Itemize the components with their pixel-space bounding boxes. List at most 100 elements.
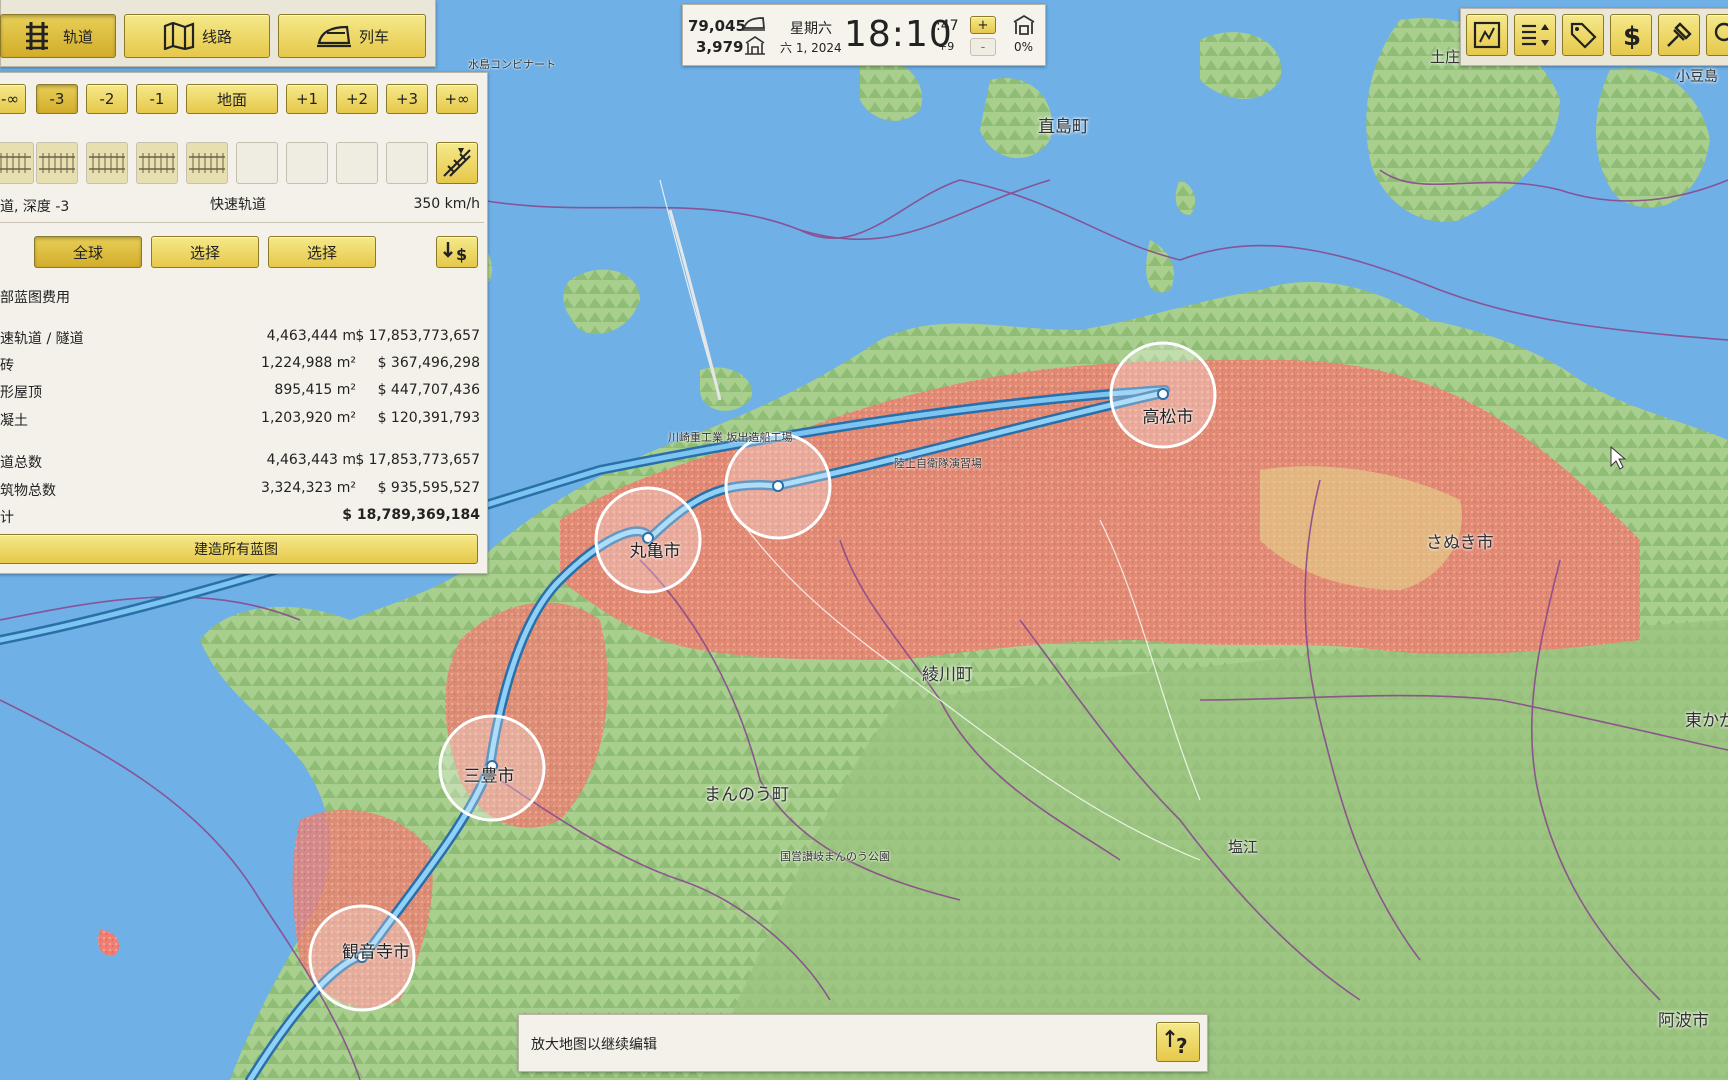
build-button[interactable] [1658, 14, 1700, 56]
help-icon: ? [1165, 1029, 1188, 1057]
total-row-cost: $ 17,853,773,657 [355, 452, 480, 468]
tag-icon [1570, 22, 1597, 49]
tag-button[interactable] [1562, 14, 1604, 56]
map-label-awa: 阿波市 [1658, 1011, 1709, 1031]
track-type-1[interactable] [0, 142, 34, 184]
map-label-kawasaki: 川崎重工業 坂出造船工場 [668, 431, 793, 444]
city-label-marugame[interactable]: 丸亀市 [630, 537, 681, 562]
build-icon [1667, 22, 1692, 47]
tab-lines-label: 线路 [201, 27, 232, 46]
weekday-label: 星期六 [790, 21, 832, 37]
search-icon [1714, 22, 1728, 42]
train-icon [316, 25, 351, 48]
sort-button[interactable] [1514, 14, 1556, 56]
total-row-name: 道总数 [0, 455, 42, 471]
city-label-takamatsu[interactable]: 高松市 [1143, 403, 1194, 428]
cost-row-cost: $ 367,496,298 [377, 355, 480, 371]
depth-button-pos-1[interactable]: +1 [286, 84, 328, 114]
search-button[interactable] [1706, 14, 1728, 56]
track-speed-label: 350 km/h [413, 196, 480, 212]
scope-tab-select-2[interactable]: 选择 [268, 236, 376, 268]
track-slot-empty-2[interactable] [286, 142, 328, 184]
demolish-track-button[interactable] [436, 142, 478, 184]
track-type-2[interactable] [36, 142, 78, 184]
scope-tab-global[interactable]: 全球 [34, 236, 142, 268]
train-count: 79,045 [688, 17, 746, 35]
dollar-icon: $ [1623, 22, 1641, 50]
cost-header: 部蓝图费用 [0, 290, 70, 306]
sort-icon [1522, 24, 1549, 46]
station-icon [745, 36, 765, 55]
map-label-ayagawa: 綾川町 [922, 665, 973, 685]
build-all-blueprints-button[interactable]: 建造所有蓝图 [0, 534, 478, 564]
demolish-track-icon [443, 148, 471, 177]
total-row-cost: $ 935,595,527 [377, 480, 480, 496]
track-slot-empty-3[interactable] [336, 142, 378, 184]
cost-row-cost: $ 447,707,436 [377, 382, 480, 398]
svg-text:$: $ [456, 245, 467, 264]
map-label-sanuki: さぬき市 [1426, 533, 1494, 553]
cost-row-name: 砖 [0, 358, 14, 374]
map-label-park: 国営讃岐まんのう公園 [780, 850, 890, 863]
total-row-name: 筑物总数 [0, 483, 56, 499]
map-label-manno: まんのう町 [704, 785, 789, 805]
track-depth-label: 道, 深度 -3 [0, 199, 70, 215]
rail-icon [39, 153, 75, 173]
depth-button-ground[interactable]: 地面 [186, 84, 278, 114]
tab-trains[interactable]: 列车 [278, 14, 426, 58]
grand-total-label: 计 [0, 510, 14, 526]
depth-button-neg-1[interactable]: -1 [136, 84, 178, 114]
track-slot-empty-4[interactable] [386, 142, 428, 184]
rail-icon [0, 153, 31, 173]
date-label: 六 1, 2024 [780, 41, 842, 55]
map-label-jieitai: 陸上自衛隊演習場 [894, 457, 982, 470]
tab-lines[interactable]: 线路 [124, 14, 270, 58]
scope-tab-select-1[interactable]: 选择 [151, 236, 259, 268]
rail-icon [189, 153, 225, 173]
timezone-offset: +9 [938, 40, 955, 53]
cost-sort-button[interactable]: $ [436, 236, 478, 268]
tab-track[interactable]: 轨道 [0, 14, 116, 58]
svg-text:?: ? [1176, 1034, 1188, 1057]
depth-button-neg-3[interactable]: -3 [36, 84, 78, 114]
city-label-mitoyo[interactable]: 三豊市 [464, 762, 515, 787]
svg-text:$: $ [1623, 22, 1641, 50]
cost-row-name: 形屋顶 [0, 385, 42, 401]
line-icon [163, 22, 195, 50]
tab-trains-label: 列车 [358, 27, 389, 46]
map-mode-icon [1473, 21, 1501, 49]
track-type-5[interactable] [186, 142, 228, 184]
map-label-naoshima: 直島町 [1038, 117, 1089, 137]
map-label-shodoshima: 小豆島 [1676, 69, 1718, 85]
grand-total-value: $ 18,789,369,184 [342, 507, 480, 523]
track-type-label: 快速轨道 [210, 197, 266, 213]
depth-button-pos-3[interactable]: +3 [386, 84, 428, 114]
depth-button-pos-inf[interactable]: +∞ [436, 84, 478, 114]
map-label-tonosho: 土庄 [1430, 48, 1461, 66]
track-icon [25, 22, 48, 50]
load-percent: 0% [1014, 40, 1034, 54]
speed-up-button[interactable]: + [970, 16, 996, 34]
station-load-icon [1013, 14, 1035, 35]
rail-icon [89, 153, 125, 173]
clock-seconds: :47 [936, 18, 959, 34]
depth-button-pos-2[interactable]: +2 [336, 84, 378, 114]
city-label-kanonji[interactable]: 観音寺市 [342, 938, 410, 963]
track-type-3[interactable] [86, 142, 128, 184]
finance-button[interactable]: $ [1610, 14, 1652, 56]
speed-down-button[interactable]: - [970, 38, 996, 56]
map-mode-button[interactable] [1466, 14, 1508, 56]
track-type-4[interactable] [136, 142, 178, 184]
divider [0, 222, 484, 223]
track-slot-empty-1[interactable] [236, 142, 278, 184]
hint-text: 放大地图以继续编辑 [531, 1037, 657, 1053]
depth-button-neg-2[interactable]: -2 [86, 84, 128, 114]
depth-button-neg-inf[interactable]: -∞ [0, 84, 26, 114]
cost-row-cost: $ 120,391,793 [377, 410, 480, 426]
tab-track-label: 轨道 [62, 27, 93, 46]
map-label-higashikagawa: 東かが [1685, 711, 1728, 731]
passenger-count: 3,979 [696, 38, 744, 56]
rail-icon [139, 153, 175, 173]
cost-row-cost: $ 17,853,773,657 [355, 328, 480, 344]
help-button[interactable]: ? [1156, 1022, 1200, 1062]
